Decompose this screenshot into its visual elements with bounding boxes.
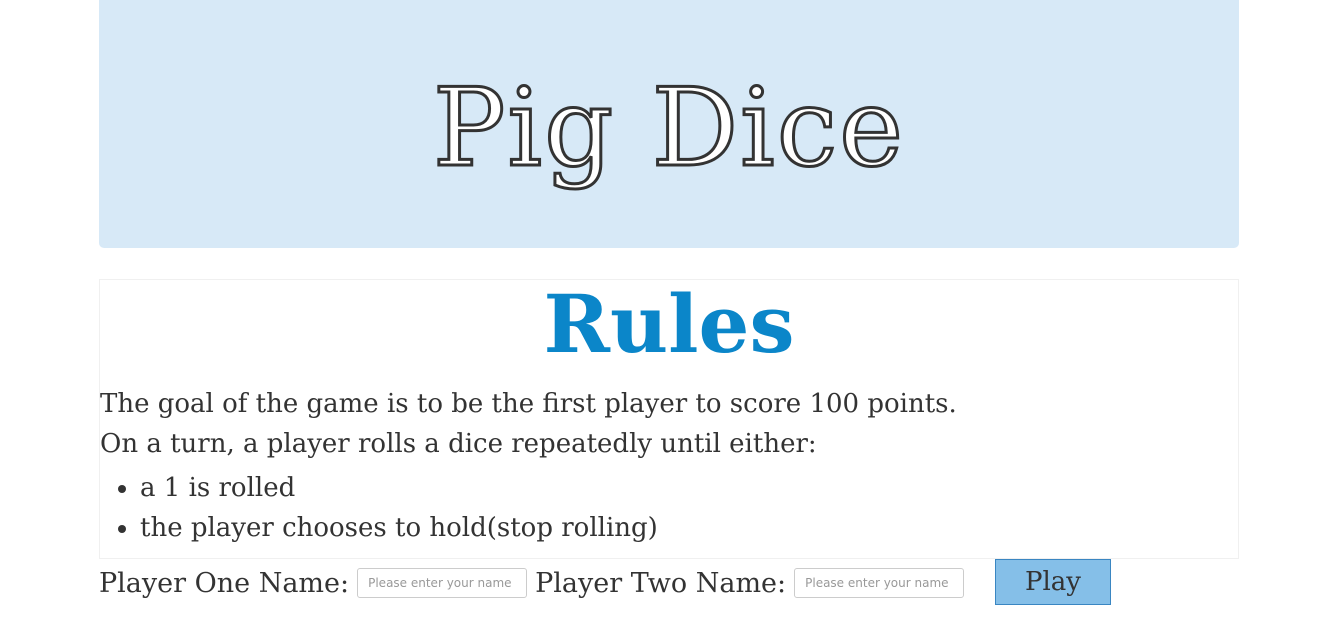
rules-panel: Rules The goal of the game is to be the … — [99, 279, 1239, 559]
rules-list-item: the player chooses to hold(stop rolling) — [140, 508, 1238, 548]
rules-goal-text: The goal of the game is to be the first … — [100, 389, 957, 419]
rules-heading: Rules — [543, 277, 795, 371]
rules-list: a 1 is rolled the player chooses to hold… — [100, 468, 1238, 548]
player-names-form: Player One Name: Player Two Name: — [99, 559, 972, 607]
player-one-name-input[interactable] — [357, 568, 528, 598]
game-title: Pig Dice — [431, 64, 906, 192]
player-two-name-input[interactable] — [794, 568, 965, 598]
play-button[interactable]: Play — [995, 559, 1111, 605]
player-one-label: Player One Name: — [99, 567, 350, 599]
player-two-label: Player Two Name: — [535, 567, 787, 599]
rules-list-item: a 1 is rolled — [140, 468, 1238, 508]
rules-turn-text: On a turn, a player rolls a dice repeate… — [100, 429, 817, 459]
header-banner: Pig Dice — [99, 0, 1239, 248]
